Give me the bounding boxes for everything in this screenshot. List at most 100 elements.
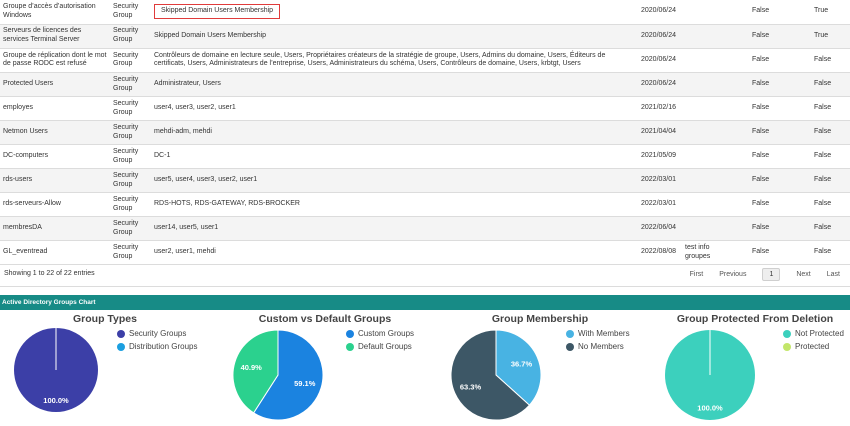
- legend-item[interactable]: No Members: [566, 340, 630, 353]
- chart-title: Group Protected From Deletion: [676, 313, 834, 325]
- flag-cell: False: [800, 240, 850, 265]
- flag-cell: False: [732, 96, 800, 121]
- group-type-cell: Security Group: [110, 24, 151, 49]
- table-row[interactable]: rds-serveurs-Allow Security Group RDS-HOTS…: [0, 192, 850, 217]
- group-name-cell: Groupe de réplication dont le mot de pas…: [0, 48, 110, 73]
- legend-item[interactable]: Distribution Groups: [117, 340, 197, 353]
- legend-item[interactable]: With Members: [566, 327, 630, 340]
- table-row[interactable]: Groupe d’accès d’autorisation Windows Sec…: [0, 0, 850, 25]
- table-row[interactable]: Protected Users Security Group Administrat…: [0, 72, 850, 97]
- data-label: 63.3%: [460, 382, 482, 391]
- group-name-cell: Groupe d’accès d’autorisation Windows: [0, 0, 110, 25]
- created-date-cell: 2020/06/24: [638, 0, 682, 25]
- members-cell: DC-1: [151, 144, 638, 169]
- group-types-pie: 100.0%: [14, 328, 98, 412]
- legend-item[interactable]: Protected: [783, 340, 844, 353]
- data-label: 59.1%: [294, 379, 316, 388]
- legend-item[interactable]: Custom Groups: [346, 327, 414, 340]
- members-cell: mehdi-adm, mehdi: [151, 120, 638, 145]
- custom-default-pie: 59.1% 40.9%: [232, 329, 324, 421]
- legend-item[interactable]: Security Groups: [117, 327, 197, 340]
- flag-cell: False: [732, 240, 800, 265]
- group-name-cell: Protected Users: [0, 72, 110, 97]
- next-page-button[interactable]: Next: [788, 271, 818, 278]
- group-type-cell: Security Group: [110, 120, 151, 145]
- table-row[interactable]: employes Security Group user4, user3, user…: [0, 96, 850, 121]
- members-cell: user2, user1, mehdi: [151, 240, 638, 265]
- table-row[interactable]: GL_eventread Security Group user2, user1, …: [0, 240, 850, 265]
- flag-cell: False: [732, 48, 800, 73]
- description-cell: [682, 72, 732, 97]
- group-type-cell: Security Group: [110, 72, 151, 97]
- chart-title: Group Types: [73, 313, 137, 325]
- legend-item[interactable]: Default Groups: [346, 340, 414, 353]
- legend-dot: [783, 342, 791, 351]
- table-row[interactable]: rds-users Security Group user5, user4, use…: [0, 168, 850, 193]
- custom-default-chart: Custom vs Default Groups 59.1% 40.9% Cust…: [225, 311, 425, 426]
- description-cell: [682, 216, 732, 241]
- created-date-cell: 2021/02/16: [638, 96, 682, 121]
- flag-cell: False: [732, 168, 800, 193]
- created-date-cell: 2022/03/01: [638, 192, 682, 217]
- group-name-cell: employes: [0, 96, 110, 121]
- description-cell: [682, 144, 732, 169]
- table-row[interactable]: Netmon Users Security Group mehdi-adm, meh…: [0, 120, 850, 145]
- group-membership-chart: Group Membership 36.7% 63.3% With Members…: [440, 311, 640, 426]
- legend-label: With Members: [578, 329, 630, 338]
- flag-cell: False: [732, 72, 800, 97]
- group-type-cell: Security Group: [110, 240, 151, 265]
- table-row[interactable]: DC-computers Security Group DC-1 2021/05/09…: [0, 144, 850, 169]
- members-cell: user14, user5, user1: [151, 216, 638, 241]
- group-name-cell: GL_eventread: [0, 240, 110, 265]
- current-page-button[interactable]: 1: [762, 267, 781, 281]
- legend-dot: [346, 342, 354, 351]
- section-header: Active Directory Groups Chart: [0, 295, 850, 310]
- flag-cell: False: [800, 168, 850, 193]
- table-row[interactable]: membresDA Security Group user14, user5, us…: [0, 216, 850, 241]
- flag-cell: False: [800, 120, 850, 145]
- legend-label: Security Groups: [129, 329, 187, 338]
- first-page-button[interactable]: First: [682, 271, 712, 278]
- table-footer: Showing 1 to 22 of 22 entries First Prev…: [0, 264, 850, 284]
- flag-cell: False: [800, 72, 850, 97]
- last-page-button[interactable]: Last: [819, 271, 848, 278]
- flag-cell: False: [732, 120, 800, 145]
- group-type-cell: Security Group: [110, 96, 151, 121]
- description-cell: test info groupes: [682, 240, 732, 265]
- previous-page-button[interactable]: Previous: [711, 271, 754, 278]
- members-cell: RDS-HOTS, RDS-GATEWAY, RDS-BROCKER: [151, 192, 638, 217]
- legend-dot: [117, 342, 125, 351]
- created-date-cell: 2022/08/08: [638, 240, 682, 265]
- flag-cell: False: [800, 216, 850, 241]
- created-date-cell: 2020/06/24: [638, 24, 682, 49]
- legend-label: Distribution Groups: [129, 342, 198, 351]
- description-cell: [682, 96, 732, 121]
- data-label: 36.7%: [511, 360, 533, 369]
- members-cell: user5, user4, user3, user2, user1: [151, 168, 638, 193]
- group-membership-pie: 36.7% 63.3%: [450, 329, 542, 421]
- divider: [0, 286, 850, 287]
- legend-label: Not Protected: [795, 329, 844, 338]
- table-row[interactable]: Serveurs de licences des services Termin…: [0, 24, 850, 49]
- flag-cell: False: [800, 144, 850, 169]
- group-type-cell: Security Group: [110, 48, 151, 73]
- data-label: 40.9%: [241, 363, 263, 372]
- group-type-cell: Security Group: [110, 168, 151, 193]
- legend-dot: [566, 329, 574, 338]
- group-name-cell: rds-serveurs-Allow: [0, 192, 110, 217]
- legend-label: Custom Groups: [358, 329, 415, 338]
- group-type-cell: Security Group: [110, 216, 151, 241]
- created-date-cell: 2022/06/04: [638, 216, 682, 241]
- flag-cell: True: [800, 24, 850, 49]
- chart-legend: Custom Groups Default Groups: [346, 327, 414, 353]
- entries-info: Showing 1 to 22 of 22 entries: [4, 270, 95, 277]
- created-date-cell: 2020/06/24: [638, 48, 682, 73]
- legend-label: No Members: [578, 342, 624, 351]
- flag-cell: True: [800, 0, 850, 25]
- flag-cell: False: [732, 24, 800, 49]
- description-cell: [682, 192, 732, 217]
- legend-item[interactable]: Not Protected: [783, 327, 844, 340]
- table-row[interactable]: Groupe de réplication dont le mot de pas…: [0, 48, 850, 73]
- created-date-cell: 2022/03/01: [638, 168, 682, 193]
- flag-cell: False: [732, 216, 800, 241]
